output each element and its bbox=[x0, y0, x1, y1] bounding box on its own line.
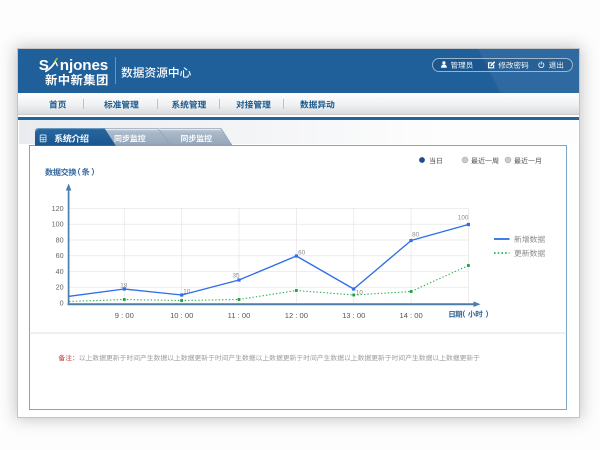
svg-text:11 : 00: 11 : 00 bbox=[228, 311, 251, 320]
svg-text:80: 80 bbox=[412, 232, 420, 239]
svg-text:18: 18 bbox=[120, 283, 128, 290]
svg-text:14 : 00: 14 : 00 bbox=[399, 311, 422, 320]
svg-text:12 : 00: 12 : 00 bbox=[285, 311, 308, 320]
svg-text:40: 40 bbox=[56, 267, 64, 276]
svg-text:60: 60 bbox=[56, 251, 64, 260]
svg-text:10: 10 bbox=[356, 290, 364, 297]
svg-text:0: 0 bbox=[60, 298, 64, 307]
svg-text:13 : 00: 13 : 00 bbox=[342, 311, 365, 320]
svg-text:35: 35 bbox=[233, 273, 241, 280]
svg-text:120: 120 bbox=[52, 204, 64, 213]
svg-text:100: 100 bbox=[458, 215, 469, 222]
svg-text:20: 20 bbox=[56, 283, 64, 292]
svg-text:9 : 00: 9 : 00 bbox=[115, 311, 134, 320]
svg-text:100: 100 bbox=[52, 220, 64, 229]
svg-text:10 : 00: 10 : 00 bbox=[170, 311, 193, 320]
svg-text:60: 60 bbox=[298, 249, 306, 256]
svg-text:80: 80 bbox=[56, 235, 64, 244]
svg-text:10: 10 bbox=[183, 289, 191, 296]
